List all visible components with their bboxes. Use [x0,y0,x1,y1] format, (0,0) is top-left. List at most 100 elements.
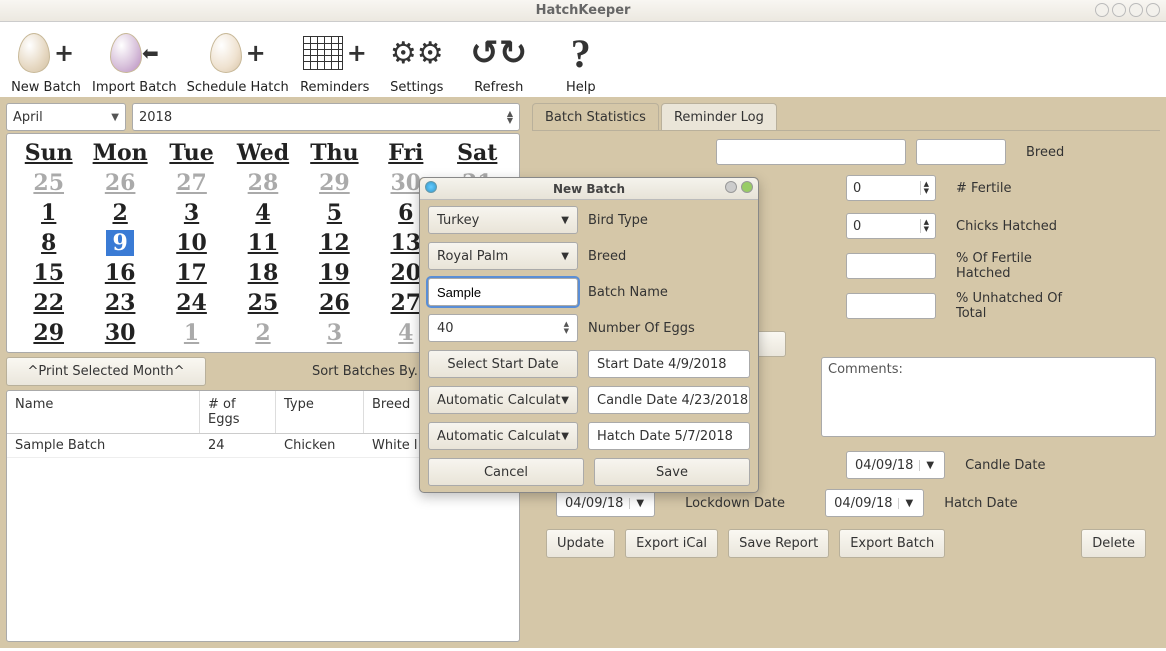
cal-day[interactable]: 10 [156,228,227,258]
cal-day[interactable]: 25 [227,288,298,318]
cal-day[interactable]: 26 [84,168,155,198]
month-select[interactable]: April ▼ [6,103,126,131]
settings-button[interactable]: ⚙⚙ Settings [381,28,453,95]
help-button[interactable]: ? Help [545,28,617,95]
schedule-hatch-label: Schedule Hatch [187,80,289,95]
cal-day[interactable]: 2 [84,198,155,228]
fertile-label: # Fertile [956,181,1086,196]
cancel-button[interactable]: Cancel [428,458,584,486]
year-spinner[interactable]: 2018 ▲▼ [132,103,520,131]
cell-type: Chicken [276,434,364,457]
export-ical-button[interactable]: Export iCal [625,529,718,558]
col-name-header[interactable]: Name [7,391,200,433]
close-icon[interactable] [1146,3,1160,17]
save-report-button[interactable]: Save Report [728,529,829,558]
pct-unhatched-field[interactable] [846,293,936,319]
batch-name-input[interactable] [428,278,578,306]
bird-type-select[interactable]: Turkey▼ [428,206,578,234]
cal-day[interactable]: 29 [299,168,370,198]
comments-textarea[interactable]: Comments: [821,357,1156,437]
cal-day[interactable]: 22 [13,288,84,318]
egg-crack-icon [210,33,242,73]
cal-day[interactable]: 18 [227,258,298,288]
cal-day[interactable]: 25 [13,168,84,198]
cal-day[interactable]: 3 [299,318,370,348]
cal-header: Tue [156,138,227,168]
fertile-input[interactable]: 0▲▼ [846,175,936,201]
col-type-header[interactable]: Type [276,391,364,433]
cal-day[interactable]: 16 [84,258,155,288]
hatch-calc-select[interactable]: Automatic Calculat▼ [428,422,578,450]
cal-day[interactable]: 29 [13,318,84,348]
cal-day[interactable]: 8 [13,228,84,258]
num-eggs-spinner[interactable]: 40▲▼ [428,314,578,342]
dialog-minimize-icon[interactable] [725,181,737,193]
stats-field-1[interactable] [716,139,906,165]
cal-day[interactable]: 12 [299,228,370,258]
hatch-date-picker[interactable]: 04/09/18▼ [825,489,924,517]
reminders-label: Reminders [300,80,369,95]
pct-fertile-hatched-label: % Of Fertile Hatched [956,251,1086,281]
save-button[interactable]: Save [594,458,750,486]
dialog-maximize-icon[interactable] [741,181,753,193]
cal-header: Fri [370,138,441,168]
chicks-input[interactable]: 0▲▼ [846,213,936,239]
zoom-icon[interactable] [1129,3,1143,17]
cal-day[interactable]: 17 [156,258,227,288]
candle-date-label: Candle Date [965,458,1095,473]
candle-date-picker[interactable]: 04/09/18▼ [846,451,945,479]
plus-icon: + [347,39,367,67]
breed-select-label: Breed [588,249,750,264]
col-eggs-header[interactable]: # of Eggs [200,391,276,433]
dialog-app-icon [425,181,437,193]
tab-reminder-log[interactable]: Reminder Log [661,103,777,131]
cal-day[interactable]: 11 [227,228,298,258]
cal-day[interactable]: 9 [84,228,155,258]
print-month-button[interactable]: ^Print Selected Month^ [6,357,206,386]
chevron-down-icon: ▼ [111,112,119,123]
cal-day[interactable]: 1 [13,198,84,228]
reminders-button[interactable]: + Reminders [299,28,371,95]
maximize-icon[interactable] [1112,3,1126,17]
pct-fertile-field[interactable] [846,253,936,279]
new-batch-dialog: New Batch Turkey▼ Bird Type Royal Palm▼ … [419,177,759,493]
refresh-button[interactable]: ↺↻ Refresh [463,28,535,95]
cal-header: Thu [299,138,370,168]
select-start-date-button[interactable]: Select Start Date [428,350,578,378]
window-titlebar: HatchKeeper [0,0,1166,22]
lockdown-date-label: Lockdown Date [685,496,795,511]
cal-day[interactable]: 30 [84,318,155,348]
update-button[interactable]: Update [546,529,615,558]
cal-day[interactable]: 2 [227,318,298,348]
cal-header: Mon [84,138,155,168]
egg-hk-icon [110,33,142,73]
cal-day[interactable]: 27 [156,168,227,198]
help-icon: ? [571,30,591,77]
cal-day[interactable]: 26 [299,288,370,318]
delete-button[interactable]: Delete [1081,529,1146,558]
chevron-down-icon: ▼ [629,498,650,509]
plus-icon: + [246,39,266,67]
cal-day[interactable]: 24 [156,288,227,318]
stats-field-2[interactable] [916,139,1006,165]
cal-day[interactable]: 28 [227,168,298,198]
breed-select[interactable]: Royal Palm▼ [428,242,578,270]
schedule-hatch-button[interactable]: + Schedule Hatch [187,28,289,95]
spinner-arrows-icon: ▲▼ [564,321,569,335]
cal-day[interactable]: 15 [13,258,84,288]
tab-batch-statistics[interactable]: Batch Statistics [532,103,659,131]
export-batch-button[interactable]: Export Batch [839,529,945,558]
minimize-icon[interactable] [1095,3,1109,17]
cal-day[interactable]: 1 [156,318,227,348]
new-batch-label: New Batch [11,80,81,95]
cal-day[interactable]: 23 [84,288,155,318]
cal-day[interactable]: 3 [156,198,227,228]
new-batch-button[interactable]: + New Batch [10,28,82,95]
cal-day[interactable]: 5 [299,198,370,228]
cal-day[interactable]: 19 [299,258,370,288]
cal-day[interactable]: 4 [227,198,298,228]
import-batch-button[interactable]: ⬅ Import Batch [92,28,177,95]
start-date-display: Start Date 4/9/2018 [588,350,750,378]
lockdown-left-picker[interactable]: 04/09/18▼ [556,489,655,517]
candle-calc-select[interactable]: Automatic Calculat▼ [428,386,578,414]
